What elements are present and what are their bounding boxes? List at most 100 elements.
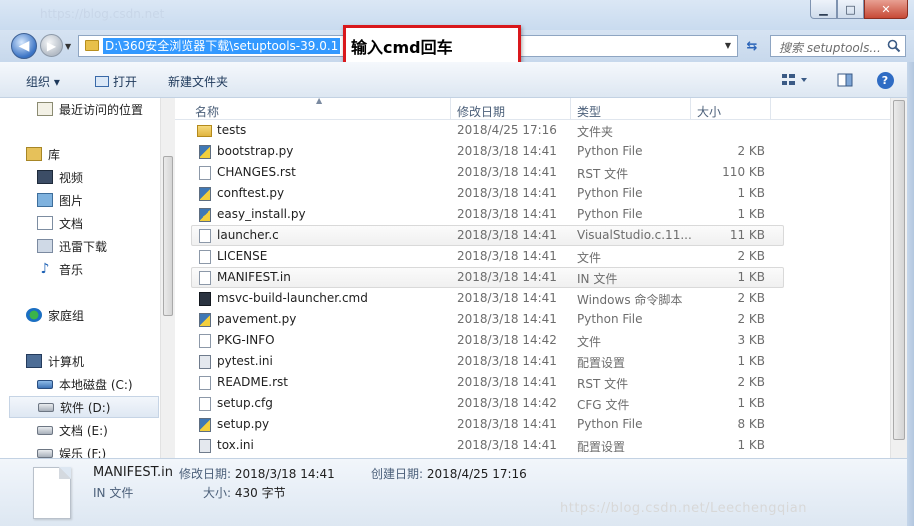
download-icon [37, 239, 53, 253]
file-name: pytest.ini [217, 354, 273, 368]
table-row[interactable]: setup.cfg 2018/3/18 14:42 CFG 文件 1 KB [191, 393, 784, 414]
sidebar-item-drive-f[interactable]: 娱乐 (F:) [0, 442, 160, 458]
new-folder-button[interactable]: 新建文件夹 [168, 73, 228, 90]
homegroup-icon [26, 308, 42, 322]
search-icon [887, 39, 901, 53]
column-type[interactable]: 类型 [577, 103, 601, 120]
table-row[interactable]: LICENSE 2018/3/18 14:41 文件 2 KB [191, 246, 784, 267]
view-icon [782, 74, 807, 85]
file-size: 2 KB [737, 144, 765, 158]
table-row[interactable]: pavement.py 2018/3/18 14:41 Python File 2 K… [191, 309, 784, 330]
sidebar-item-computer[interactable]: 计算机 [0, 350, 160, 372]
column-name[interactable]: 名称 [195, 103, 219, 120]
table-row[interactable]: conftest.py 2018/3/18 14:41 Python File 1 K… [191, 183, 784, 204]
minimize-button[interactable]: ▁ [810, 0, 837, 19]
file-modified: 2018/3/18 14:41 [457, 144, 557, 158]
sidebar-item-xunlei-downloads[interactable]: 迅雷下载 [0, 235, 160, 257]
navigation-pane: 最近访问的位置 库 视频 图片 文档 迅雷下载 ♪ 音乐 家庭组 计算机 本地磁… [0, 98, 174, 458]
table-row[interactable]: bootstrap.py 2018/3/18 14:41 Python File 2 … [191, 141, 784, 162]
column-divider [450, 98, 451, 120]
table-row[interactable]: tox.ini 2018/3/18 14:41 配置设置 1 KB [191, 435, 784, 456]
computer-icon [26, 354, 42, 368]
sidebar-item-drive-e[interactable]: 文档 (E:) [0, 419, 160, 441]
sidebar-item-label: 娱乐 (F:) [59, 446, 107, 459]
refresh-icon: ⇆ [746, 38, 758, 54]
table-row[interactable]: setup.py 2018/3/18 14:41 Python File 8 KB [191, 414, 784, 435]
help-icon: ? [876, 71, 894, 89]
file-name: pavement.py [217, 312, 297, 326]
folder-icon [197, 125, 212, 137]
table-row[interactable]: MANIFEST.in 2018/3/18 14:41 IN 文件 1 KB [191, 267, 784, 288]
sidebar-item-drive-d[interactable]: 软件 (D:) [9, 396, 159, 418]
sidebar-item-label: 最近访问的位置 [59, 102, 144, 117]
file-modified: 2018/3/18 14:41 [457, 207, 557, 221]
file-type: 文件 [577, 335, 602, 349]
file-size: 1 KB [737, 396, 765, 410]
address-path[interactable]: D:\360安全浏览器下载\setuptools-39.0.1 [103, 38, 341, 54]
table-row[interactable]: README.rst 2018/3/18 14:41 RST 文件 2 KB [191, 372, 784, 393]
change-view-button[interactable] [780, 70, 810, 90]
back-button[interactable]: ◀ [11, 33, 37, 59]
column-headers: ▲ 名称 修改日期 类型 大小 [175, 98, 890, 120]
address-history-dropdown[interactable]: ▼ [725, 41, 731, 50]
file-size: 8 KB [737, 417, 765, 431]
column-divider [690, 98, 691, 120]
file-name: msvc-build-launcher.cmd [217, 291, 368, 305]
sidebar-item-documents[interactable]: 文档 [0, 212, 160, 234]
forward-button[interactable]: ▶ [40, 34, 63, 57]
sidebar-item-label: 计算机 [48, 354, 85, 369]
minimize-icon: ▁ [819, 2, 828, 16]
sidebar-item-libraries[interactable]: 库 [0, 143, 160, 165]
column-modified[interactable]: 修改日期 [457, 103, 505, 120]
sidebar-scrollbar[interactable] [160, 98, 175, 458]
preview-pane-button[interactable] [834, 70, 856, 90]
file-size: 2 KB [737, 291, 765, 305]
file-size: 11 KB [729, 228, 765, 242]
refresh-button[interactable]: ⇆ [740, 35, 764, 57]
table-row[interactable]: pytest.ini 2018/3/18 14:41 配置设置 1 KB [191, 351, 784, 372]
table-row[interactable]: launcher.c 2018/3/18 14:41 VisualStudio.c.… [191, 225, 784, 246]
sidebar-item-drive-c[interactable]: 本地磁盘 (C:) [0, 373, 160, 395]
open-button[interactable]: 打开 [95, 73, 137, 90]
file-list-scrollbar[interactable] [890, 98, 907, 458]
folder-icon [85, 40, 99, 51]
details-created: 创建日期: 2018/4/25 17:16 [371, 465, 527, 482]
column-size[interactable]: 大小 [697, 103, 721, 120]
sidebar-item-homegroup[interactable]: 家庭组 [0, 304, 160, 326]
sidebar-scroll-thumb[interactable] [163, 156, 173, 316]
file-size: 2 KB [737, 249, 765, 263]
file-type: VisualStudio.c.11... [577, 228, 692, 242]
sidebar-item-recent[interactable]: 最近访问的位置 [0, 98, 160, 120]
organize-menu[interactable]: 组织 ▾ [26, 73, 60, 90]
sidebar-item-videos[interactable]: 视频 [0, 166, 160, 188]
sidebar-item-pictures[interactable]: 图片 [0, 189, 160, 211]
file-type: 配置设置 [577, 356, 626, 370]
recent-pages-dropdown[interactable]: ▼ [65, 42, 71, 51]
file-type: Python File [577, 144, 643, 158]
sidebar-item-label: 音乐 [59, 262, 84, 277]
table-row[interactable]: PKG-INFO 2018/3/18 14:42 文件 3 KB [191, 330, 784, 351]
python-file-icon [199, 418, 211, 432]
file-type: 配置设置 [577, 440, 626, 454]
search-box[interactable]: 搜索 setuptools... [770, 35, 906, 57]
details-created-label: 创建日期: [371, 467, 424, 481]
file-name: conftest.py [217, 186, 285, 200]
search-input[interactable]: 搜索 setuptools... [779, 39, 881, 56]
column-divider [770, 98, 771, 120]
file-modified: 2018/3/18 14:42 [457, 333, 557, 347]
file-type: CFG 文件 [577, 398, 630, 412]
file-name: README.rst [217, 375, 289, 389]
config-file-icon [199, 355, 211, 369]
file-name: setup.cfg [217, 396, 273, 410]
maximize-button[interactable]: □ [837, 0, 864, 19]
help-button[interactable]: ? [874, 70, 896, 90]
table-row[interactable]: msvc-build-launcher.cmd 2018/3/18 14:41 Wi… [191, 288, 784, 309]
file-modified: 2018/3/18 14:41 [457, 417, 557, 431]
table-row[interactable]: easy_install.py 2018/3/18 14:41 Python Fil… [191, 204, 784, 225]
close-button[interactable]: ✕ [864, 0, 908, 19]
table-row[interactable]: tests 2018/4/25 17:16 文件夹 [191, 120, 784, 141]
cmd-script-icon [199, 292, 211, 306]
file-list-scroll-thumb[interactable] [893, 100, 905, 440]
table-row[interactable]: CHANGES.rst 2018/3/18 14:41 RST 文件 110 KB [191, 162, 784, 183]
sidebar-item-music[interactable]: ♪ 音乐 [0, 258, 160, 280]
